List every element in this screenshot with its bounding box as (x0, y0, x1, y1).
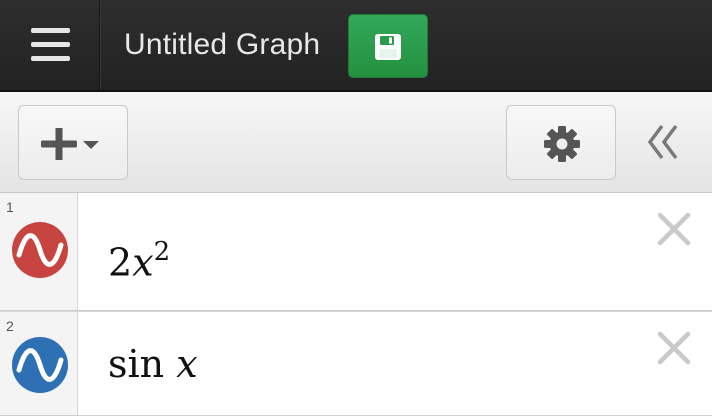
floppy-disk-icon (375, 34, 401, 60)
expression-index: 2 (6, 318, 14, 334)
delete-expression-button[interactable] (654, 209, 694, 249)
menu-button[interactable] (0, 0, 100, 90)
expression-toolbar (0, 92, 712, 193)
expression-row[interactable]: 1 2x2 (0, 193, 712, 311)
delete-expression-button[interactable] (654, 328, 694, 368)
expression-gutter: 1 (0, 193, 78, 310)
exponent: 2 (153, 237, 171, 267)
caret-down-icon (83, 141, 99, 149)
close-icon (657, 212, 691, 246)
close-icon (657, 331, 691, 365)
graph-color-toggle[interactable] (12, 222, 68, 278)
expression-row[interactable]: 2 sin x (0, 311, 712, 416)
expression-index: 1 (6, 199, 14, 215)
gear-icon (544, 126, 580, 162)
save-button[interactable] (348, 14, 428, 78)
function-name: sin (108, 342, 165, 386)
collapse-list-button[interactable] (640, 120, 690, 164)
expression-formula[interactable]: sin x (108, 342, 198, 386)
double-chevron-left-icon (647, 124, 678, 160)
graph-color-toggle[interactable] (12, 337, 68, 393)
expression-formula[interactable]: 2x2 (108, 237, 171, 285)
coefficient: 2 (108, 240, 133, 285)
graph-settings-button[interactable] (506, 105, 616, 180)
wave-icon (16, 348, 64, 382)
variable: x (176, 342, 198, 386)
expression-gutter: 2 (0, 312, 78, 415)
add-item-button[interactable] (18, 105, 128, 180)
plus-icon (41, 128, 99, 160)
top-bar: Untitled Graph (0, 0, 712, 92)
wave-icon (16, 233, 64, 267)
graph-title[interactable]: Untitled Graph (124, 28, 320, 62)
variable: x (132, 240, 154, 285)
